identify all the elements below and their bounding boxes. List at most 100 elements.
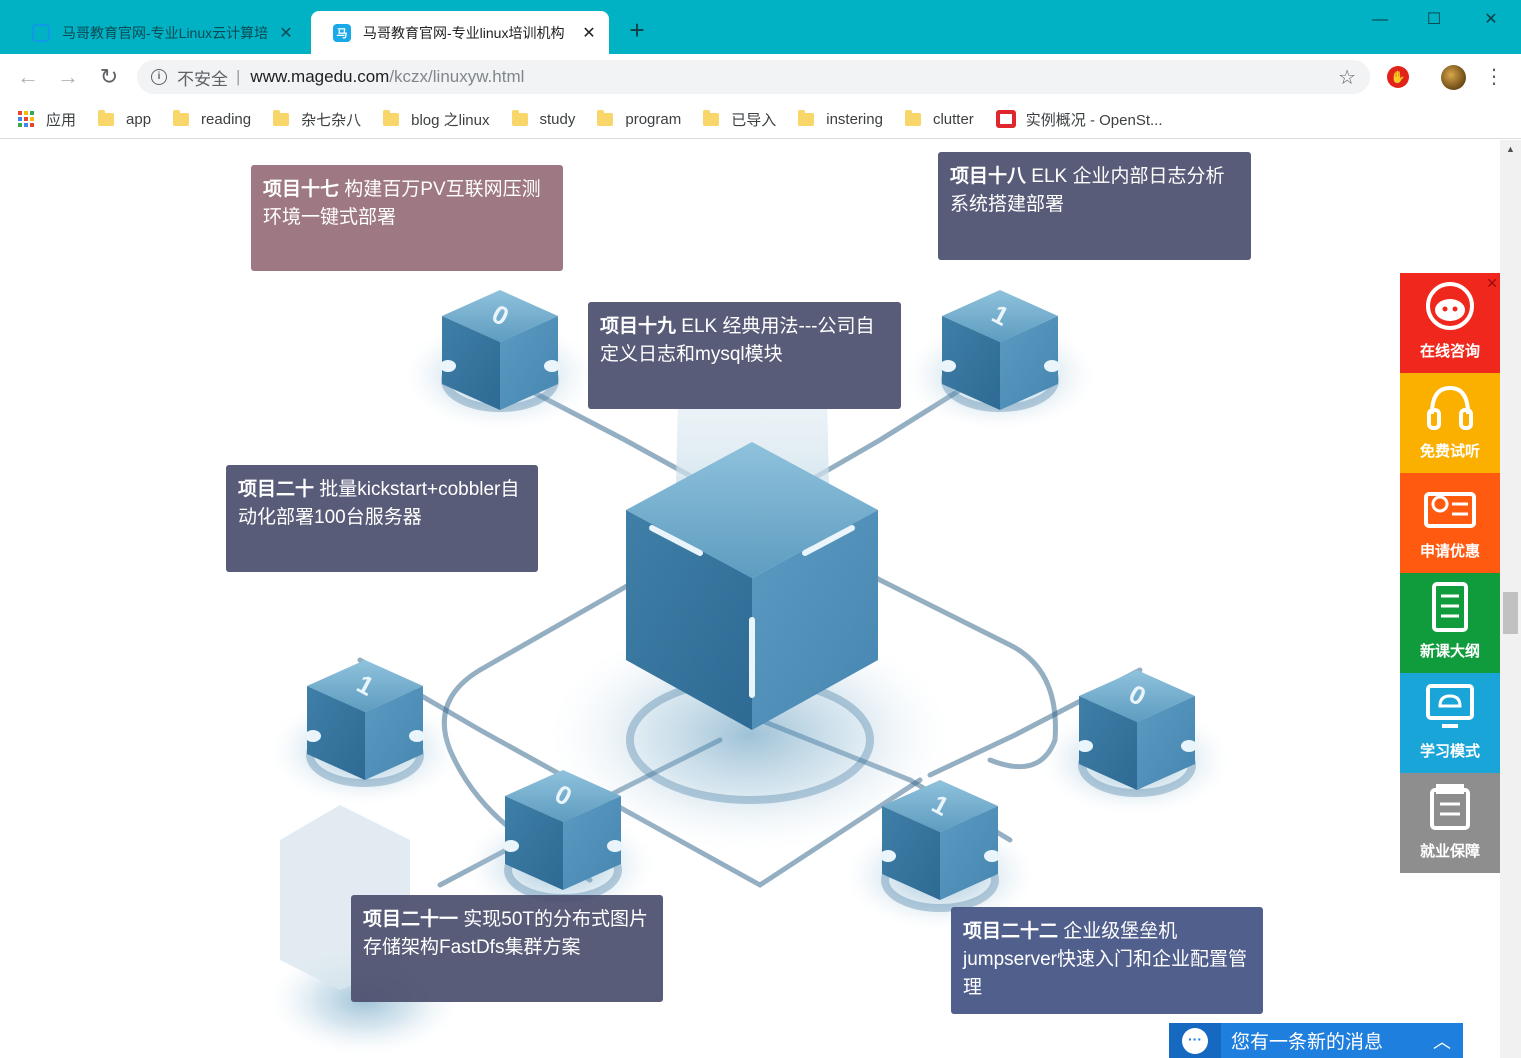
url-path: /kczx/linuxyw.html — [389, 67, 525, 86]
side-service-panel: 在线咨询 ✕ 免费试听 申请优惠 新课大纲 学习模式 就业保障 — [1400, 273, 1500, 873]
bookmark-folder[interactable]: study — [511, 109, 576, 128]
close-window-button[interactable]: ✕ — [1468, 6, 1514, 34]
folder-icon — [173, 109, 190, 126]
tab-title: 马哥教育官网-专业Linux云计算培 — [62, 24, 269, 41]
project-number: 项目二十 — [238, 479, 315, 500]
bookmark-label: app — [126, 110, 152, 128]
bookmarks-bar: 应用 app reading 杂七杂八 blog 之linux study pr… — [0, 100, 1521, 139]
bookmark-label: clutter — [932, 110, 974, 128]
page-scrollbar[interactable]: ▲ — [1500, 140, 1521, 1058]
bookmark-folder[interactable]: clutter — [904, 109, 974, 128]
folder-icon — [273, 109, 290, 126]
bookmark-label: program — [625, 110, 682, 128]
title-bar: 马哥教育官网-专业Linux云计算培 ✕ 马 马哥教育官网-专业linux培训机… — [0, 0, 1521, 54]
folder-icon — [383, 109, 400, 126]
side-item-free-trial[interactable]: 免费试听 — [1400, 373, 1500, 473]
bookmark-folder[interactable]: program — [597, 109, 682, 128]
network-illustration: 0 11 00 1 — [270, 290, 1230, 1055]
tab-close-icon[interactable]: ✕ — [579, 23, 599, 43]
address-bar[interactable]: i 不安全 | www.magedu.com /kczx/linuxyw.htm… — [137, 60, 1370, 94]
back-arrow-icon[interactable]: ← — [13, 62, 43, 92]
folder-icon — [597, 109, 614, 126]
new-tab-button[interactable]: + — [624, 17, 650, 44]
offer-icon — [1430, 784, 1470, 830]
project-card-17[interactable]: 项目十七 构建百万PV互联网压测环境一键式部署 — [251, 165, 563, 271]
folder-icon — [511, 109, 528, 126]
browser-toolbar: ← → ↻ i 不安全 | www.magedu.com /kczx/linux… — [0, 54, 1521, 100]
bookmark-apps[interactable]: 应用 — [18, 109, 76, 130]
bookmark-label: 杂七杂八 — [301, 111, 362, 129]
scroll-thumb[interactable] — [1503, 592, 1518, 634]
folder-icon — [98, 109, 115, 126]
headphones-icon — [1427, 385, 1473, 430]
folder-icon — [798, 109, 815, 126]
bookmark-label: study — [539, 110, 576, 128]
bookmark-star-icon[interactable]: ☆ — [1338, 65, 1356, 90]
network-monitor-icon — [1426, 684, 1474, 728]
coupon-icon — [1424, 492, 1476, 528]
bookmark-label: 实例概况 - OpenSt... — [1025, 111, 1163, 129]
tab-2[interactable]: 马 马哥教育官网-专业linux培训机构 ✕ — [311, 11, 609, 54]
side-item-label: 就业保障 — [1419, 843, 1480, 860]
document-icon — [1432, 582, 1468, 632]
magedu-favicon-icon: 马 — [333, 23, 351, 42]
bookmark-openstack[interactable]: 实例概况 - OpenSt... — [995, 109, 1163, 130]
side-item-employment[interactable]: 就业保障 — [1400, 773, 1500, 873]
side-item-label: 新课大纲 — [1419, 643, 1480, 660]
headset-avatar-icon — [1426, 282, 1474, 330]
tab-close-icon[interactable]: ✕ — [276, 23, 296, 43]
side-item-label: 免费试听 — [1419, 443, 1480, 460]
chat-notification-bar[interactable]: ··· 您有一条新的消息 ︿ — [1169, 1023, 1463, 1058]
bookmark-folder[interactable]: 已导入 — [703, 109, 776, 130]
side-item-learning-mode[interactable]: 学习模式 — [1400, 673, 1500, 773]
chat-bubble-icon: ··· — [1169, 1023, 1221, 1058]
bookmark-folder[interactable]: app — [98, 109, 152, 128]
bookmark-label: 已导入 — [731, 111, 777, 129]
bookmark-folder[interactable]: 杂七杂八 — [273, 109, 361, 130]
bookmark-label: 应用 — [46, 111, 77, 129]
side-item-syllabus[interactable]: 新课大纲 — [1400, 573, 1500, 673]
bookmark-folder[interactable]: reading — [173, 109, 252, 128]
project-card-19[interactable]: 项目十九 ELK 经典用法---公司自定义日志和mysql模块 — [588, 302, 901, 409]
reload-icon[interactable]: ↻ — [94, 62, 124, 92]
security-label: 不安全 — [177, 69, 228, 89]
maximize-button[interactable]: ☐ — [1411, 6, 1457, 34]
url-host: www.magedu.com — [250, 67, 390, 86]
project-number: 项目二十二 — [963, 921, 1059, 942]
side-item-online-consult[interactable]: 在线咨询 ✕ — [1400, 273, 1500, 373]
side-item-label: 在线咨询 — [1419, 343, 1480, 360]
project-number: 项目二十一 — [363, 909, 459, 930]
chevron-up-icon[interactable]: ︿ — [1433, 1028, 1451, 1054]
side-item-label: 学习模式 — [1419, 743, 1480, 760]
project-card-18[interactable]: 项目十八 ELK 企业内部日志分析系统搭建部署 — [938, 152, 1251, 260]
extension-stop-icon[interactable]: ✋ — [1387, 66, 1409, 88]
bookmark-label: instering — [826, 110, 883, 128]
chat-message-text: 您有一条新的消息 — [1231, 1032, 1384, 1053]
folder-icon — [904, 109, 921, 126]
magedu-favicon-icon — [32, 23, 50, 42]
project-card-22[interactable]: 项目二十二 企业级堡垒机jumpserver快速入门和企业配置管理 — [951, 907, 1263, 1014]
side-item-discount[interactable]: 申请优惠 — [1400, 473, 1500, 573]
close-icon[interactable]: ✕ — [1486, 275, 1498, 292]
openstack-icon — [995, 110, 1016, 128]
folder-icon — [703, 109, 720, 126]
bookmark-folder[interactable]: instering — [798, 109, 883, 128]
project-number: 项目十七 — [263, 179, 340, 200]
profile-avatar[interactable] — [1441, 65, 1466, 90]
url-separator: | — [236, 67, 241, 86]
side-item-label: 申请优惠 — [1419, 543, 1480, 560]
project-card-20[interactable]: 项目二十 批量kickstart+cobbler自动化部署100台服务器 — [226, 465, 538, 572]
info-icon[interactable]: i — [151, 69, 167, 85]
minimize-button[interactable]: — — [1357, 6, 1403, 34]
project-card-21[interactable]: 项目二十一 实现50T的分布式图片存储架构FastDfs集群方案 — [351, 895, 663, 1002]
tab-1[interactable]: 马哥教育官网-专业Linux云计算培 ✕ — [10, 11, 306, 54]
menu-dots-icon[interactable]: ⋮ — [1484, 62, 1504, 92]
scroll-up-arrow-icon[interactable]: ▲ — [1500, 144, 1521, 154]
bookmark-label: reading — [201, 110, 252, 128]
forward-arrow-icon[interactable]: → — [53, 62, 83, 92]
apps-icon — [18, 111, 34, 127]
page-content: 011001 项目十七 构建百万PV互联网压测环境一键式部署 项目十八 ELK … — [0, 140, 1500, 1058]
bookmark-folder[interactable]: blog 之linux — [383, 109, 490, 130]
bookmark-label: blog 之linux — [411, 111, 490, 129]
project-number: 项目十八 — [950, 166, 1027, 187]
